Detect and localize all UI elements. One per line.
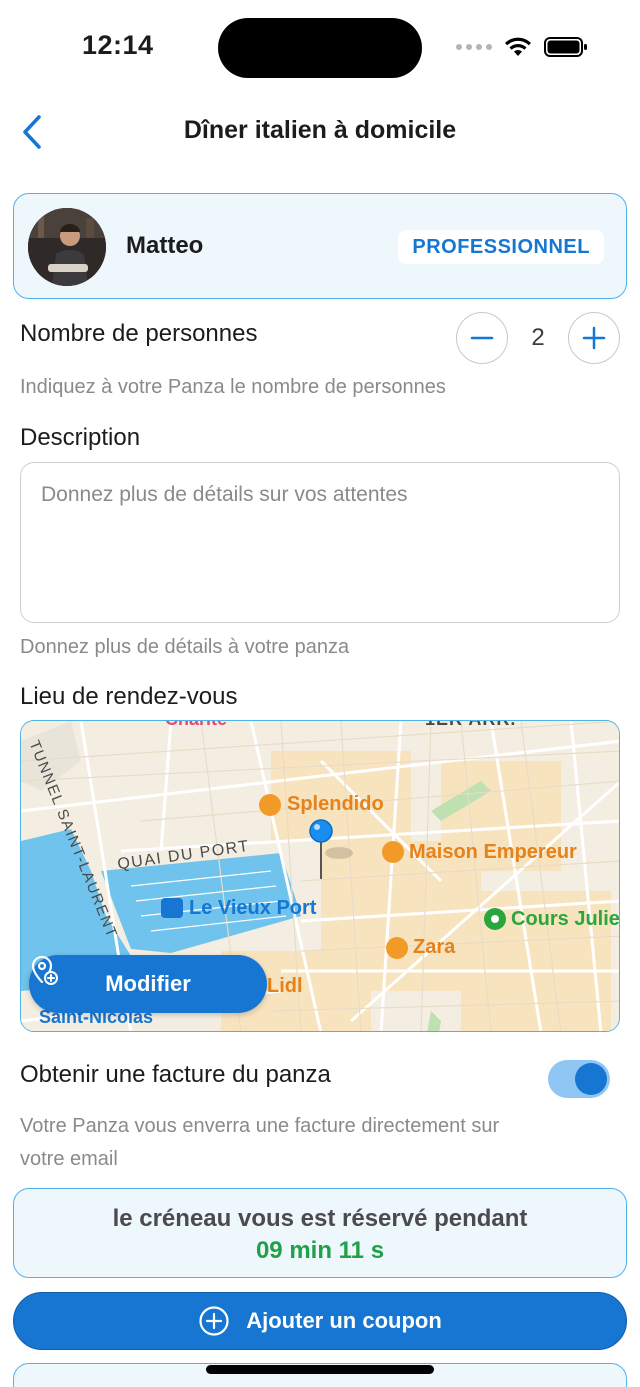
- minus-icon: [470, 336, 494, 340]
- plus-icon: [582, 326, 606, 350]
- increment-button[interactable]: [568, 312, 620, 364]
- professional-card[interactable]: Matteo PROFESSIONNEL: [13, 193, 627, 299]
- map-label-lidl: Lidl: [267, 975, 303, 997]
- status-bar: 12:14: [0, 0, 640, 96]
- map-label-zara: Zara: [413, 936, 456, 958]
- map-label-cours-julien: Cours Julie: [511, 908, 620, 930]
- invoice-toggle[interactable]: [548, 1060, 610, 1098]
- home-indicator: [206, 1365, 434, 1374]
- timer-label: le créneau vous est réservé pendant: [112, 1205, 528, 1232]
- add-coupon-label: Ajouter un coupon: [246, 1308, 442, 1333]
- modify-location-button[interactable]: Modifier: [29, 955, 267, 1013]
- description-label: Description: [20, 424, 141, 451]
- invoice-label: Obtenir une facture du panza: [20, 1061, 331, 1088]
- status-icons: [456, 36, 588, 58]
- reservation-timer-card: le créneau vous est réservé pendant 09 m…: [13, 1188, 627, 1278]
- description-input[interactable]: Donnez plus de détails sur vos attentes: [20, 462, 620, 623]
- professional-badge: PROFESSIONNEL: [398, 230, 604, 264]
- map-label-charite: Charité: [165, 721, 227, 730]
- invoice-helper-line1: Votre Panza vous enverra une facture dir…: [20, 1115, 500, 1137]
- wifi-icon: [505, 37, 531, 56]
- professional-name: Matteo: [126, 232, 204, 259]
- navigation-bar: Dîner italien à domicile: [0, 100, 640, 164]
- page-title: Dîner italien à domicile: [183, 116, 457, 144]
- decrement-button[interactable]: [456, 312, 508, 364]
- map-label-maison-empereur: Maison Empereur: [409, 841, 577, 863]
- map-view[interactable]: Splendido Maison Empereur Le Vieux Port …: [20, 720, 620, 1032]
- add-coupon-button[interactable]: Ajouter un coupon: [13, 1292, 627, 1350]
- plus-circle-icon: [199, 1306, 229, 1336]
- status-time: 12:14: [82, 30, 154, 60]
- map-label-arrondissement: 1ER ARR.: [425, 721, 516, 730]
- dynamic-island: [218, 18, 422, 78]
- timer-value: 09 min 11 s: [255, 1237, 385, 1264]
- map-label-splendido: Splendido: [287, 793, 384, 815]
- avatar: [28, 208, 106, 286]
- modify-location-label: Modifier: [105, 971, 191, 996]
- map-label-vieux-port: Le Vieux Port: [189, 897, 317, 919]
- meeting-place-label: Lieu de rendez-vous: [20, 683, 238, 710]
- description-helper: Donnez plus de détails à votre panza: [20, 636, 350, 658]
- guests-count: 2: [531, 324, 545, 351]
- toggle-knob: [575, 1063, 607, 1095]
- guests-helper: Indiquez à votre Panza le nombre de pers…: [20, 376, 446, 398]
- guests-stepper: 2: [456, 312, 620, 364]
- cellular-signal-icon: [456, 44, 492, 50]
- invoice-helper-line2: votre email: [20, 1148, 118, 1170]
- battery-icon: [544, 37, 587, 57]
- guests-label: Nombre de personnes: [20, 320, 258, 347]
- location-plus-icon: [31, 955, 58, 985]
